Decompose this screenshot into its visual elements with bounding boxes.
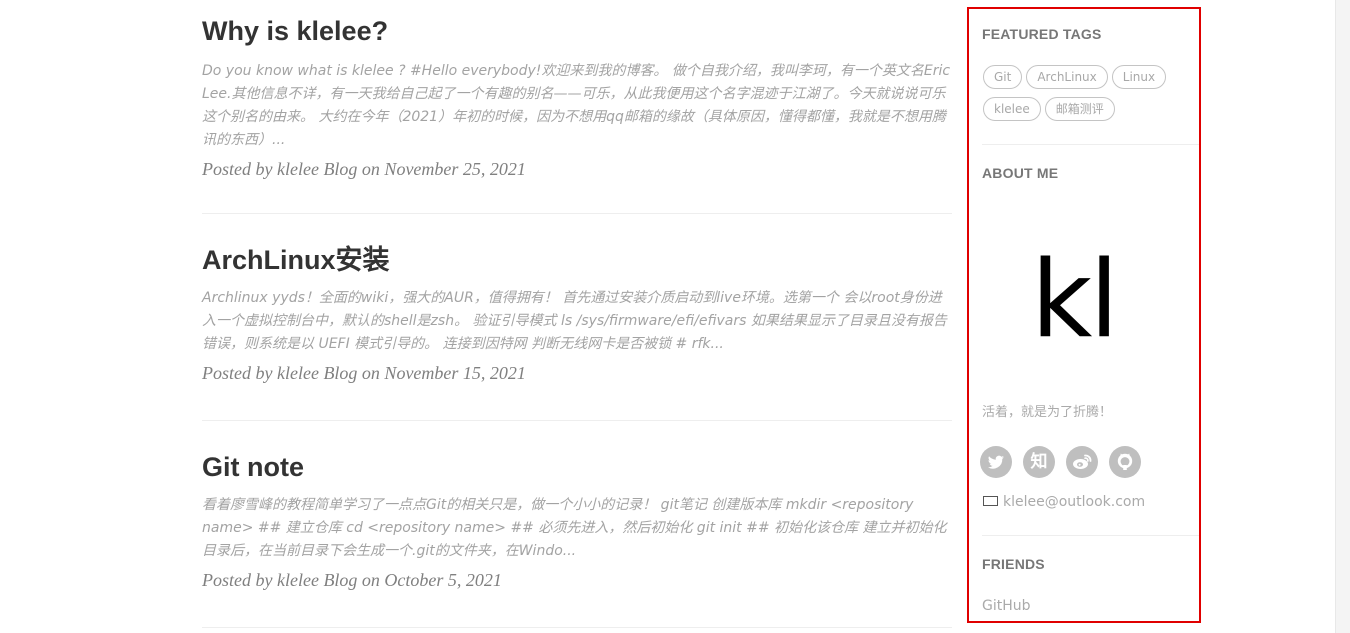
email-text: klelee@outlook.com xyxy=(1003,493,1146,510)
post-title[interactable]: ArchLinux安装 xyxy=(202,243,952,277)
avatar: kl xyxy=(1031,238,1119,361)
post-divider xyxy=(202,420,952,421)
post-item: Git note 看着廖雪峰的教程简单学习了一点点Git的相关只是，做一个小小的… xyxy=(202,450,952,592)
zhihu-glyph: 知 xyxy=(1030,452,1048,472)
post-excerpt[interactable]: Archlinux yyds！全面的wiki，强大的AUR，值得拥有！ 首先通过… xyxy=(202,287,952,356)
post-meta: Posted by klelee Blog on November 25, 20… xyxy=(202,159,526,179)
post-excerpt[interactable]: 看着廖雪峰的教程简单学习了一点点Git的相关只是，做一个小小的记录！ git笔记… xyxy=(202,494,952,563)
github-icon[interactable] xyxy=(1109,446,1141,478)
weibo-icon[interactable] xyxy=(1066,446,1098,478)
post-divider xyxy=(202,213,952,214)
tag-mailbox-review[interactable]: 邮箱测评 xyxy=(1044,97,1115,121)
post-meta: Posted by klelee Blog on October 5, 2021 xyxy=(202,570,502,590)
email-link[interactable]: klelee@outlook.com xyxy=(983,493,1145,511)
sidebar-divider xyxy=(982,144,1199,145)
social-links: 知 xyxy=(980,446,1152,478)
post-divider xyxy=(202,627,952,628)
zhihu-icon[interactable]: 知 xyxy=(1023,446,1055,478)
scrollbar[interactable] xyxy=(1335,0,1350,633)
sidebar-divider xyxy=(982,535,1199,536)
tag-klelee[interactable]: klelee xyxy=(983,97,1041,121)
post-item: Why is klelee? Do you know what is klele… xyxy=(202,14,952,181)
about-motto: 活着，就是为了折腾！ xyxy=(982,405,1113,420)
twitter-icon[interactable] xyxy=(980,446,1012,478)
tag-cloud: Git ArchLinux Linux klelee 邮箱测评 xyxy=(983,65,1183,129)
post-title[interactable]: Why is klelee? xyxy=(202,14,952,48)
tag-git[interactable]: Git xyxy=(983,65,1023,89)
friend-link-github[interactable]: GitHub xyxy=(982,598,1031,614)
featured-tags-title: FEATURED TAGS xyxy=(982,26,1102,42)
envelope-icon xyxy=(983,495,998,506)
post-item: ArchLinux安装 Archlinux yyds！全面的wiki，强大的AU… xyxy=(202,243,952,385)
post-meta: Posted by klelee Blog on November 15, 20… xyxy=(202,363,526,383)
tag-linux[interactable]: Linux xyxy=(1111,65,1167,89)
post-excerpt[interactable]: Do you know what is klelee ? #Hello ever… xyxy=(202,60,952,152)
about-me-title: ABOUT ME xyxy=(982,165,1059,181)
tag-archlinux[interactable]: ArchLinux xyxy=(1026,65,1108,89)
friends-title: FRIENDS xyxy=(982,556,1045,572)
post-title[interactable]: Git note xyxy=(202,450,952,484)
sidebar: FEATURED TAGS Git ArchLinux Linux klelee 邮箱测… xyxy=(967,7,1201,623)
